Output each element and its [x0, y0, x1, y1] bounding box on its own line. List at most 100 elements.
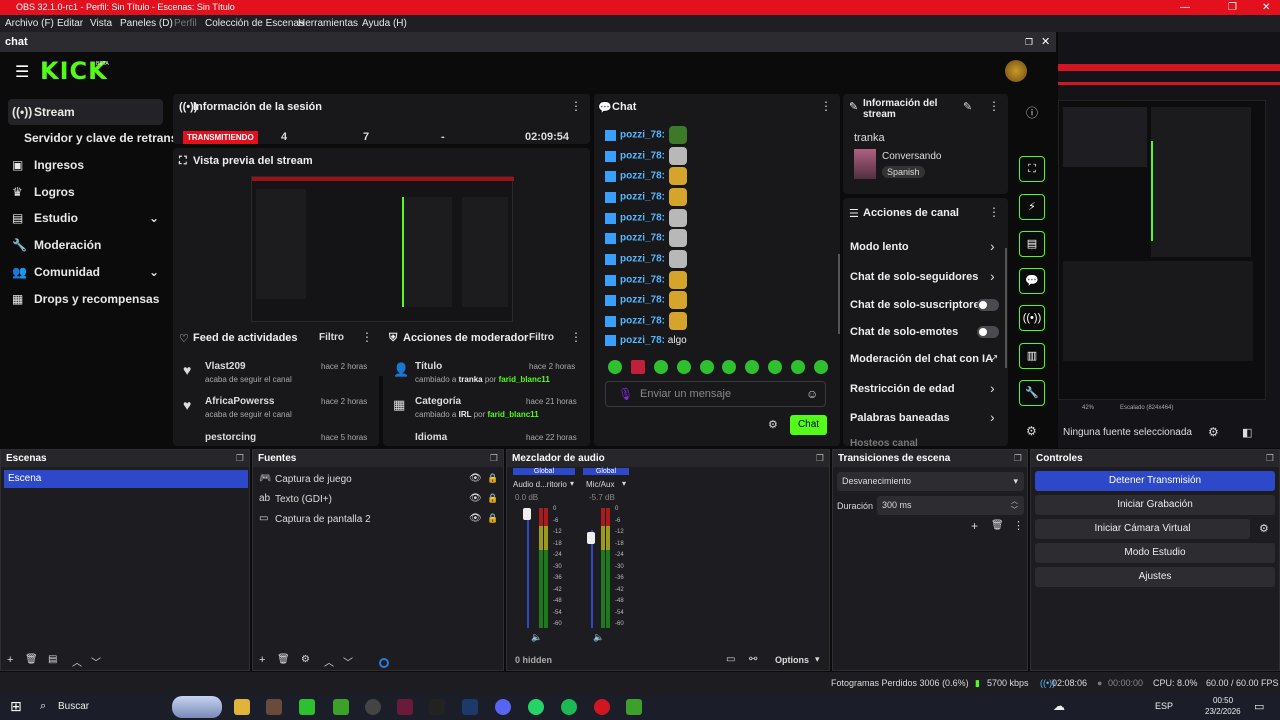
menu-perfil[interactable]: Perfil [174, 15, 197, 32]
minecraft-icon[interactable] [333, 699, 349, 715]
chevron-right-icon[interactable]: › [990, 409, 995, 425]
speaker-icon[interactable]: 🔈 [593, 632, 604, 643]
more-options-icon[interactable]: ⋮ [820, 99, 832, 113]
layout-toggle-icon[interactable]: ◧ [1242, 426, 1252, 439]
filter-icon[interactable]: ▤ [48, 654, 57, 665]
spotify-icon[interactable] [561, 699, 577, 715]
minimize-button[interactable]: — [1180, 0, 1190, 15]
sidebar-bolt-icon[interactable]: ⚡ [1019, 194, 1045, 220]
more-options-icon[interactable]: ⋮ [570, 99, 582, 113]
app-icon[interactable] [266, 699, 282, 715]
trash-icon[interactable]: 🗑 [991, 520, 1004, 531]
nav-ingresos[interactable]: ▣ Ingresos [8, 152, 163, 178]
sidebar-layout-icon[interactable]: ▥ [1019, 343, 1045, 369]
info-icon[interactable]: ⓘ [1026, 104, 1038, 121]
chevron-right-icon[interactable]: › [990, 238, 995, 254]
gear-icon[interactable]: ⚙ [301, 654, 310, 665]
volume-slider[interactable] [587, 532, 595, 544]
menu-editar[interactable]: Editar [57, 15, 83, 32]
duration-input[interactable]: 300 ms ︿ ﹀ [877, 496, 1024, 515]
nav-stream[interactable]: ((•)) Stream [8, 99, 163, 125]
microphone-icon[interactable]: 🎙 [618, 387, 633, 401]
trash-icon[interactable]: 🗑 [277, 654, 290, 665]
link-icon[interactable]: ⚯ [749, 654, 757, 665]
more-options-icon[interactable]: ⋮ [988, 205, 1000, 219]
opera-icon[interactable] [594, 699, 610, 715]
chevron-down-icon[interactable]: ▾ [815, 654, 820, 665]
external-link-icon[interactable]: ↗ [990, 353, 998, 364]
action-subs-only[interactable]: Chat de solo-suscriptores [850, 299, 986, 311]
more-options-icon[interactable]: ⋮ [1013, 519, 1024, 532]
mixer-options-button[interactable]: Options [775, 655, 809, 665]
mixer-channel-name[interactable]: Mic/Aux [586, 480, 614, 489]
chevron-right-icon[interactable]: › [990, 380, 995, 396]
store-icon[interactable] [299, 699, 315, 715]
more-options-icon[interactable]: ⋮ [361, 330, 373, 344]
mod-filter-button[interactable]: Filtro [529, 332, 554, 343]
action-banned-words[interactable]: Palabras baneadas [850, 412, 950, 424]
action-ai-moderation[interactable]: Moderación del chat con IA [850, 353, 993, 365]
nav-estudio[interactable]: ▤ Estudio ⌄ [8, 205, 163, 231]
epic-games-icon[interactable] [429, 699, 445, 715]
action-age-restriction[interactable]: Restricción de edad [850, 383, 955, 395]
windows-start-icon[interactable]: ⊞ [10, 698, 22, 715]
add-icon[interactable]: + [971, 519, 978, 533]
weather-icon[interactable]: ☁ [1053, 699, 1065, 713]
settings-gear-icon[interactable]: ⚙ [1026, 424, 1037, 438]
virtual-cam-settings-icon[interactable]: ⚙ [1259, 522, 1269, 535]
menu-paneles[interactable]: Paneles (D) [120, 15, 173, 32]
chat-input[interactable]: 🎙 Enviar un mensaje ☺ [605, 381, 826, 407]
eye-icon[interactable]: 👁 [469, 513, 482, 524]
obs-icon[interactable] [365, 699, 381, 715]
preview-thumbnail[interactable] [251, 176, 514, 322]
source-item[interactable]: Captura de juego [275, 474, 352, 485]
activity-filter-button[interactable]: Filtro [319, 332, 344, 343]
lock-icon[interactable]: 🔒 [487, 473, 498, 484]
nav-logros[interactable]: ♛ Logros [8, 179, 163, 205]
add-icon[interactable]: + [259, 654, 265, 666]
move-down-icon[interactable]: ﹀ [91, 654, 101, 669]
clock-time[interactable]: 00:50 [1213, 696, 1233, 705]
sidebar-broadcast-icon[interactable]: ((•)) [1019, 305, 1045, 331]
menu-vista[interactable]: Vista [90, 15, 112, 32]
edit-icon[interactable]: ✎ [963, 100, 972, 113]
file-explorer-icon[interactable] [234, 699, 250, 715]
source-item[interactable]: Texto (GDI+) [275, 494, 332, 505]
sidebar-notes-icon[interactable]: ▤ [1019, 231, 1045, 257]
sidebar-chat-icon[interactable]: 💬 [1019, 268, 1045, 294]
add-icon[interactable]: + [7, 654, 13, 666]
volume-slider[interactable] [523, 508, 531, 520]
action-followers-only[interactable]: Chat de solo-seguidores [850, 271, 978, 283]
more-options-icon[interactable]: ⋮ [570, 330, 582, 344]
settings-button[interactable]: Ajustes [1035, 567, 1275, 587]
transition-select[interactable]: Desvanecimiento ▾ [837, 472, 1024, 491]
move-up-icon[interactable]: ︿ [324, 654, 334, 669]
emotes-only-toggle[interactable] [977, 326, 999, 338]
nav-moderacion[interactable]: 🔧 Moderación [8, 232, 163, 258]
chevron-down-icon[interactable]: ▾ [622, 479, 626, 488]
start-recording-button[interactable]: Iniciar Grabación [1035, 495, 1275, 515]
app-icon[interactable] [397, 699, 413, 715]
more-options-icon[interactable]: ⋮ [988, 99, 1000, 113]
discord-icon[interactable] [495, 699, 511, 715]
emote-bar[interactable] [606, 360, 828, 376]
lock-icon[interactable]: 🔒 [487, 513, 498, 524]
chat-send-button[interactable]: Chat [790, 415, 827, 435]
notification-icon[interactable]: ▭ [1254, 700, 1264, 713]
eye-icon[interactable]: 👁 [469, 473, 482, 484]
sidebar-fullscreen-icon[interactable]: ⛶ [1019, 156, 1045, 182]
source-settings-icon[interactable]: ⚙ [1208, 425, 1219, 439]
source-item[interactable]: Captura de pantalla 2 [275, 514, 371, 525]
move-up-icon[interactable]: ︿ [72, 654, 82, 669]
eye-icon[interactable]: 👁 [469, 493, 482, 504]
subs-only-toggle[interactable] [977, 299, 999, 311]
stop-stream-button[interactable]: Detener Transmisión [1035, 471, 1275, 491]
widget-icon[interactable] [172, 696, 222, 718]
nav-drops[interactable]: ▦ Drops y recompensas [8, 286, 163, 312]
user-avatar[interactable] [1005, 60, 1027, 82]
float-icon[interactable]: ❐ [1014, 450, 1022, 467]
float-icon[interactable]: ❐ [816, 450, 824, 467]
float-icon[interactable]: ❐ [1266, 450, 1274, 467]
program-preview[interactable] [1058, 100, 1266, 400]
whatsapp-icon[interactable] [528, 699, 544, 715]
